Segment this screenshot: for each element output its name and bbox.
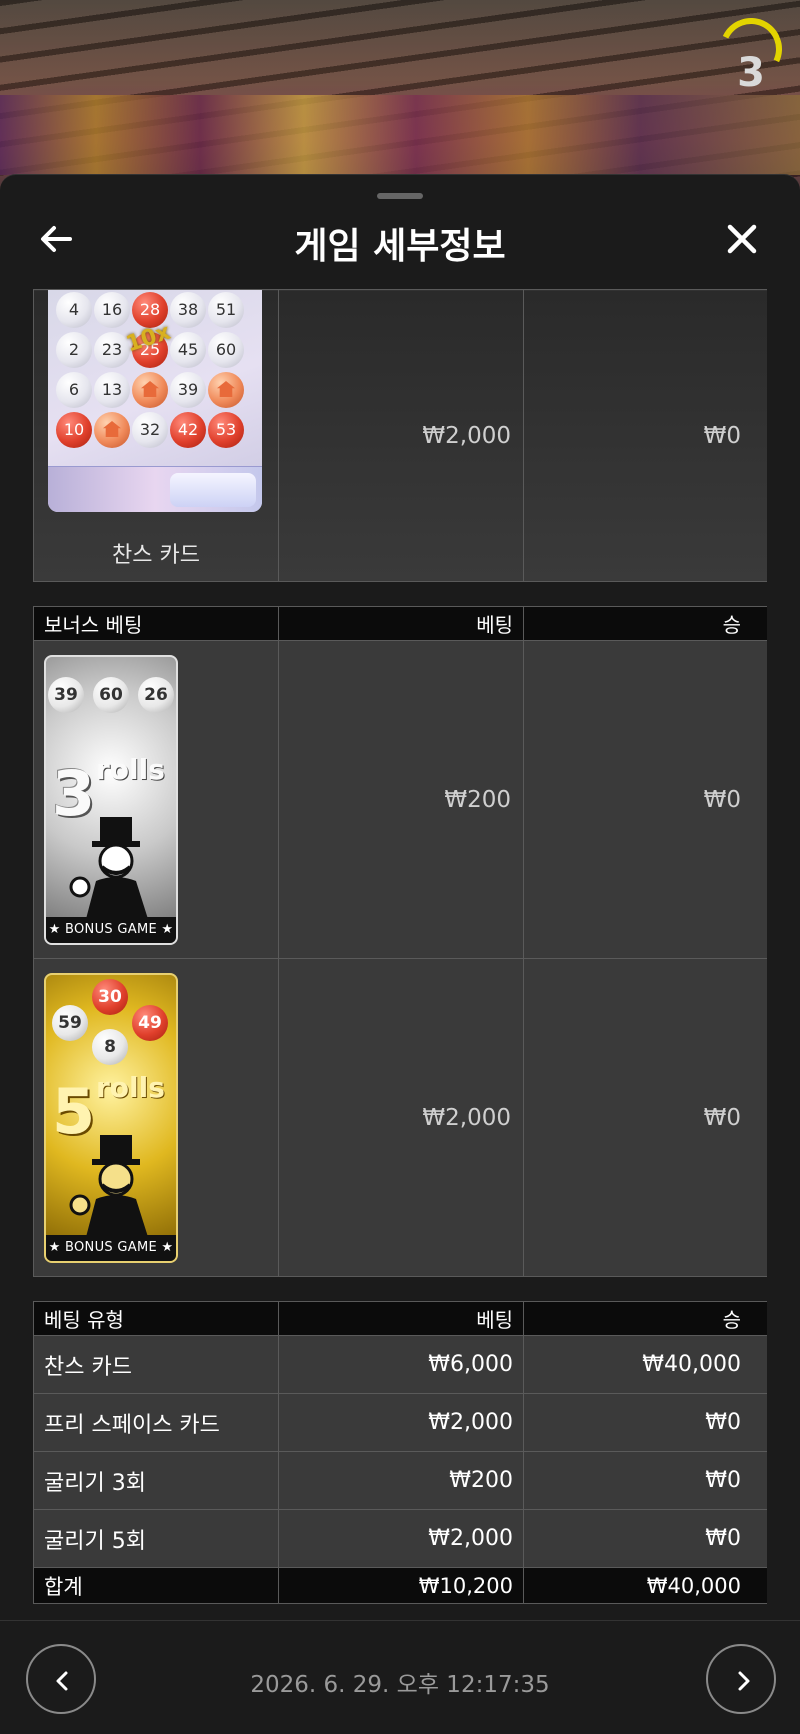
game-details-panel: 게임 세부정보 4 16 28 38 51 2 23 25 45 60 10x … xyxy=(0,174,800,1734)
rolls-label: rolls xyxy=(96,753,165,786)
mascot-icon xyxy=(69,1135,148,1237)
bet-amount: ₩6,000 xyxy=(278,1335,524,1394)
house-icon xyxy=(132,372,168,408)
table-header-row: 베팅 유형 베팅 승 xyxy=(33,1301,767,1336)
table-row: 30 59 49 8 5 rolls ★ BONUS GAME ★ ₩2,000… xyxy=(33,958,767,1277)
bonus-ball: 26 xyxy=(138,677,174,713)
total-bet-amount: ₩10,200 xyxy=(278,1567,524,1604)
bet-amount: ₩200 xyxy=(278,1451,524,1510)
bingo-ball: 16 xyxy=(94,292,130,328)
round-timestamp: 2026. 6. 29. 오후 12:17:35 xyxy=(250,1672,550,1698)
bingo-ball: 13 xyxy=(94,372,130,408)
column-header-win: 승 xyxy=(523,606,767,641)
page-title: 게임 세부정보 xyxy=(294,226,506,267)
close-button[interactable] xyxy=(722,219,762,259)
details-scroll-area[interactable]: 4 16 28 38 51 2 23 25 45 60 10x 6 13 39 … xyxy=(33,289,767,1607)
bonus-card-cell: 30 59 49 8 5 rolls ★ BONUS GAME ★ xyxy=(33,958,279,1277)
bet-amount: ₩200 xyxy=(278,640,524,959)
rolls-label: rolls xyxy=(96,1071,165,1104)
bingo-ball: 51 xyxy=(208,292,244,328)
drag-handle[interactable] xyxy=(377,193,423,199)
bonus-game-strip: ★ BONUS GAME ★ xyxy=(46,917,176,943)
chance-card-image: 4 16 28 38 51 2 23 25 45 60 10x 6 13 39 … xyxy=(48,290,262,512)
bingo-ball: 53 xyxy=(208,412,244,448)
card-pill xyxy=(170,473,256,507)
column-header-type: 보너스 베팅 xyxy=(33,606,279,641)
countdown-timer-value: 3 xyxy=(737,50,765,96)
bonus-card-5-rolls: 30 59 49 8 5 rolls ★ BONUS GAME ★ xyxy=(44,973,178,1263)
bingo-ball: 45 xyxy=(170,332,206,368)
win-amount: ₩0 xyxy=(523,958,767,1277)
footer-divider xyxy=(0,1620,800,1621)
bingo-ball: 38 xyxy=(170,292,206,328)
house-icon xyxy=(94,412,130,448)
bet-amount: ₩2,000 xyxy=(278,1393,524,1452)
total-label: 합계 xyxy=(33,1567,279,1604)
bonus-card-3-rolls: 39 60 26 3 rolls ★ BONUS GAME ★ xyxy=(44,655,178,945)
bonus-ball: 60 xyxy=(93,677,129,713)
bet-type: 굴리기 3회 xyxy=(33,1451,279,1510)
bingo-ball: 6 xyxy=(56,372,92,408)
bet-summary-table: 베팅 유형 베팅 승 찬스 카드 ₩6,000 ₩40,000 프리 스페이스 … xyxy=(33,1301,767,1604)
bonus-bet-table: 보너스 베팅 베팅 승 39 60 26 3 rolls ★ BONUS GAM… xyxy=(33,606,767,1277)
bingo-ball: 2 xyxy=(56,332,92,368)
win-amount: ₩40,000 xyxy=(523,1335,767,1394)
next-round-button[interactable] xyxy=(706,1644,776,1714)
chance-card-label: 찬스 카드 xyxy=(112,543,200,568)
card-bottom-bar xyxy=(48,466,262,512)
bingo-ball: 10 xyxy=(56,412,92,448)
table-row: 찬스 카드 ₩6,000 ₩40,000 xyxy=(33,1335,767,1394)
column-header-win: 승 xyxy=(523,1301,767,1336)
total-win-amount: ₩40,000 xyxy=(523,1567,767,1604)
bonus-card-cell: 39 60 26 3 rolls ★ BONUS GAME ★ xyxy=(33,640,279,959)
bingo-ball: 39 xyxy=(170,372,206,408)
bingo-ball: 4 xyxy=(56,292,92,328)
chance-card-cell: 4 16 28 38 51 2 23 25 45 60 10x 6 13 39 … xyxy=(33,289,279,582)
bonus-ball: 59 xyxy=(52,1005,88,1041)
bingo-ball: 60 xyxy=(208,332,244,368)
chevron-right-icon xyxy=(738,1671,750,1691)
mascot-icon xyxy=(69,817,148,919)
bet-amount: ₩2,000 xyxy=(278,1509,524,1568)
close-icon xyxy=(727,224,757,254)
bet-amount: ₩2,000 xyxy=(278,958,524,1277)
table-row: 프리 스페이스 카드 ₩2,000 ₩0 xyxy=(33,1393,767,1452)
bet-type: 굴리기 5회 xyxy=(33,1509,279,1568)
total-row: 합계 ₩10,200 ₩40,000 xyxy=(33,1567,767,1604)
chance-card-table: 4 16 28 38 51 2 23 25 45 60 10x 6 13 39 … xyxy=(33,289,767,582)
live-video-background: 3 xyxy=(0,0,800,200)
bet-type: 찬스 카드 xyxy=(33,1335,279,1394)
bet-amount: ₩2,000 xyxy=(278,289,524,582)
house-icon xyxy=(208,372,244,408)
table-row: 39 60 26 3 rolls ★ BONUS GAME ★ ₩200 ₩0 xyxy=(33,640,767,959)
bonus-ball: 30 xyxy=(92,979,128,1015)
bingo-ball: 32 xyxy=(132,412,168,448)
win-amount: ₩0 xyxy=(523,1393,767,1452)
win-amount: ₩0 xyxy=(523,1451,767,1510)
stage-lights xyxy=(0,95,800,175)
bonus-game-strip: ★ BONUS GAME ★ xyxy=(46,1235,176,1261)
column-header-type: 베팅 유형 xyxy=(33,1301,279,1336)
bonus-ball: 8 xyxy=(92,1029,128,1065)
bet-type: 프리 스페이스 카드 xyxy=(33,1393,279,1452)
table-row: 굴리기 3회 ₩200 ₩0 xyxy=(33,1451,767,1510)
table-header-row: 보너스 베팅 베팅 승 xyxy=(33,606,767,641)
bonus-ball: 49 xyxy=(132,1005,168,1041)
table-row: 4 16 28 38 51 2 23 25 45 60 10x 6 13 39 … xyxy=(33,289,767,582)
win-amount: ₩0 xyxy=(523,640,767,959)
bonus-ball: 39 xyxy=(48,677,84,713)
win-amount: ₩0 xyxy=(523,1509,767,1568)
column-header-bet: 베팅 xyxy=(278,606,524,641)
win-amount: ₩0 xyxy=(523,289,767,582)
table-row: 굴리기 5회 ₩2,000 ₩0 xyxy=(33,1509,767,1568)
column-header-bet: 베팅 xyxy=(278,1301,524,1336)
panel-header: 게임 세부정보 xyxy=(0,205,800,277)
bingo-ball: 42 xyxy=(170,412,206,448)
